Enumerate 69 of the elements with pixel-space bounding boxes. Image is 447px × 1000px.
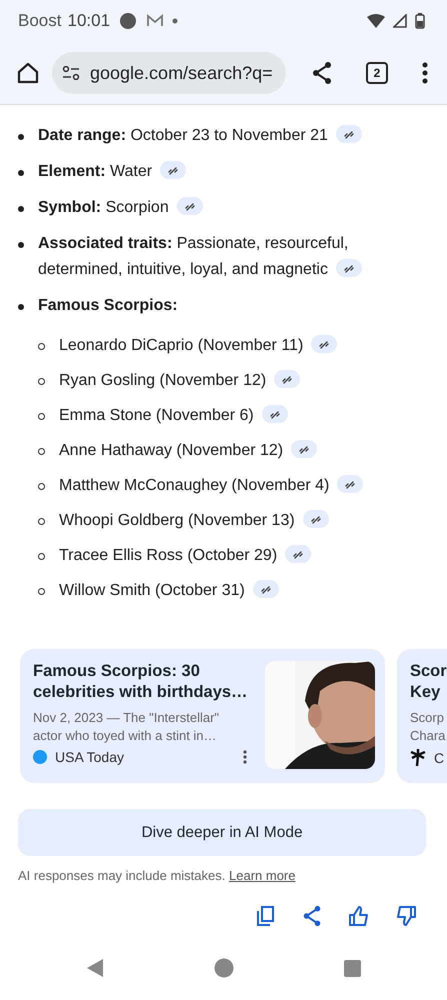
signal-icon: [393, 14, 407, 28]
ai-mode-button[interactable]: Dive deeper in AI Mode: [18, 809, 426, 856]
link-chip-icon[interactable]: [302, 510, 329, 528]
bullet-icon: [18, 170, 24, 176]
back-icon[interactable]: [86, 958, 104, 978]
fact-text: Element: Water: [38, 163, 186, 180]
source-name: USA Today: [55, 749, 126, 765]
link-chip-icon[interactable]: [336, 125, 362, 143]
thumbs-down-icon[interactable]: [395, 905, 417, 927]
fact-text: Anne Hathaway (November 12): [59, 438, 318, 464]
recents-icon[interactable]: [344, 960, 361, 976]
bullet-icon: [38, 518, 45, 525]
fact-text: Willow Smith (October 31): [59, 578, 279, 604]
link-chip-icon[interactable]: [252, 580, 279, 598]
article-card[interactable]: Famous Scorpios: 30 celebrities with birthdays… Nov 2, 2023 — The "Interstellar" actor who toyed with a stint in… USA Today: [20, 649, 385, 783]
bullet-icon: [38, 413, 45, 420]
link-chip-icon[interactable]: [291, 440, 318, 458]
dot-icon: [172, 18, 178, 24]
disclaimer-text: AI responses may include mistakes.: [18, 868, 226, 883]
clock: 10:01: [67, 11, 110, 31]
fact-text: Associated traits: Passionate, resourceful, determined, intuitive, loyal, and magnetic: [38, 235, 362, 278]
carrier-name: Boost: [18, 11, 62, 31]
menu-icon[interactable]: [422, 62, 428, 84]
link-chip-icon[interactable]: [274, 370, 300, 388]
more-options-icon[interactable]: [243, 750, 247, 764]
link-chip-icon[interactable]: [336, 259, 362, 277]
site-settings-icon[interactable]: [62, 66, 80, 80]
bullet-icon: [38, 553, 45, 560]
fact-text: Ryan Gosling (November 12): [59, 368, 300, 394]
link-chip-icon[interactable]: [337, 475, 364, 493]
fact-text: Matthew McConaughey (November 4): [59, 473, 364, 499]
battery-icon: [415, 13, 425, 29]
article-card[interactable]: Scor Key Scorp Chara C: [397, 649, 447, 783]
bullet-icon: [18, 242, 24, 248]
record-icon: [118, 11, 138, 31]
bullet-icon: [18, 134, 24, 140]
link-chip-icon[interactable]: [285, 545, 312, 563]
address-bar[interactable]: google.com/search?q=: [52, 52, 286, 94]
bullet-icon: [38, 448, 45, 455]
article-snippet: Scorp Chara: [410, 709, 446, 745]
bullet-icon: [18, 206, 24, 212]
fact-text: Whoopi Goldberg (November 13): [59, 508, 329, 534]
bullet-icon: [18, 304, 24, 310]
wifi-icon: [367, 14, 385, 28]
home-icon[interactable]: [16, 61, 40, 85]
share-icon[interactable]: [310, 61, 334, 85]
link-chip-icon[interactable]: [262, 405, 288, 423]
fact-text: Leonardo DiCaprio (November 11): [59, 333, 338, 359]
fact-text: Tracee Ellis Ross (October 29): [59, 543, 312, 569]
fact-text: Famous Scorpios:: [38, 297, 178, 314]
fact-text: Symbol: Scorpion: [38, 199, 203, 216]
copy-icon[interactable]: [256, 905, 276, 927]
article-snippet: Nov 2, 2023 — The "Interstellar" actor who toyed with a stint in…: [33, 709, 220, 745]
tab-count-button[interactable]: 2: [366, 62, 388, 84]
source-name: C: [434, 750, 446, 766]
link-chip-icon[interactable]: [311, 335, 338, 353]
mail-icon: [146, 14, 164, 28]
bullet-icon: [38, 588, 45, 595]
thumbs-up-icon[interactable]: [348, 905, 370, 927]
article-title: Scor Key: [410, 661, 447, 703]
bullet-icon: [38, 483, 45, 490]
link-chip-icon[interactable]: [176, 197, 203, 215]
link-chip-icon[interactable]: [160, 161, 186, 179]
fact-text: Date range: October 23 to November 21: [38, 127, 362, 144]
bullet-icon: [38, 343, 45, 350]
article-title: Famous Scorpios: 30 celebrities with birthdays…: [33, 661, 249, 703]
fact-text: Emma Stone (November 6): [59, 403, 288, 429]
bullet-icon: [38, 378, 45, 385]
learn-more-link[interactable]: Learn more: [229, 868, 296, 883]
